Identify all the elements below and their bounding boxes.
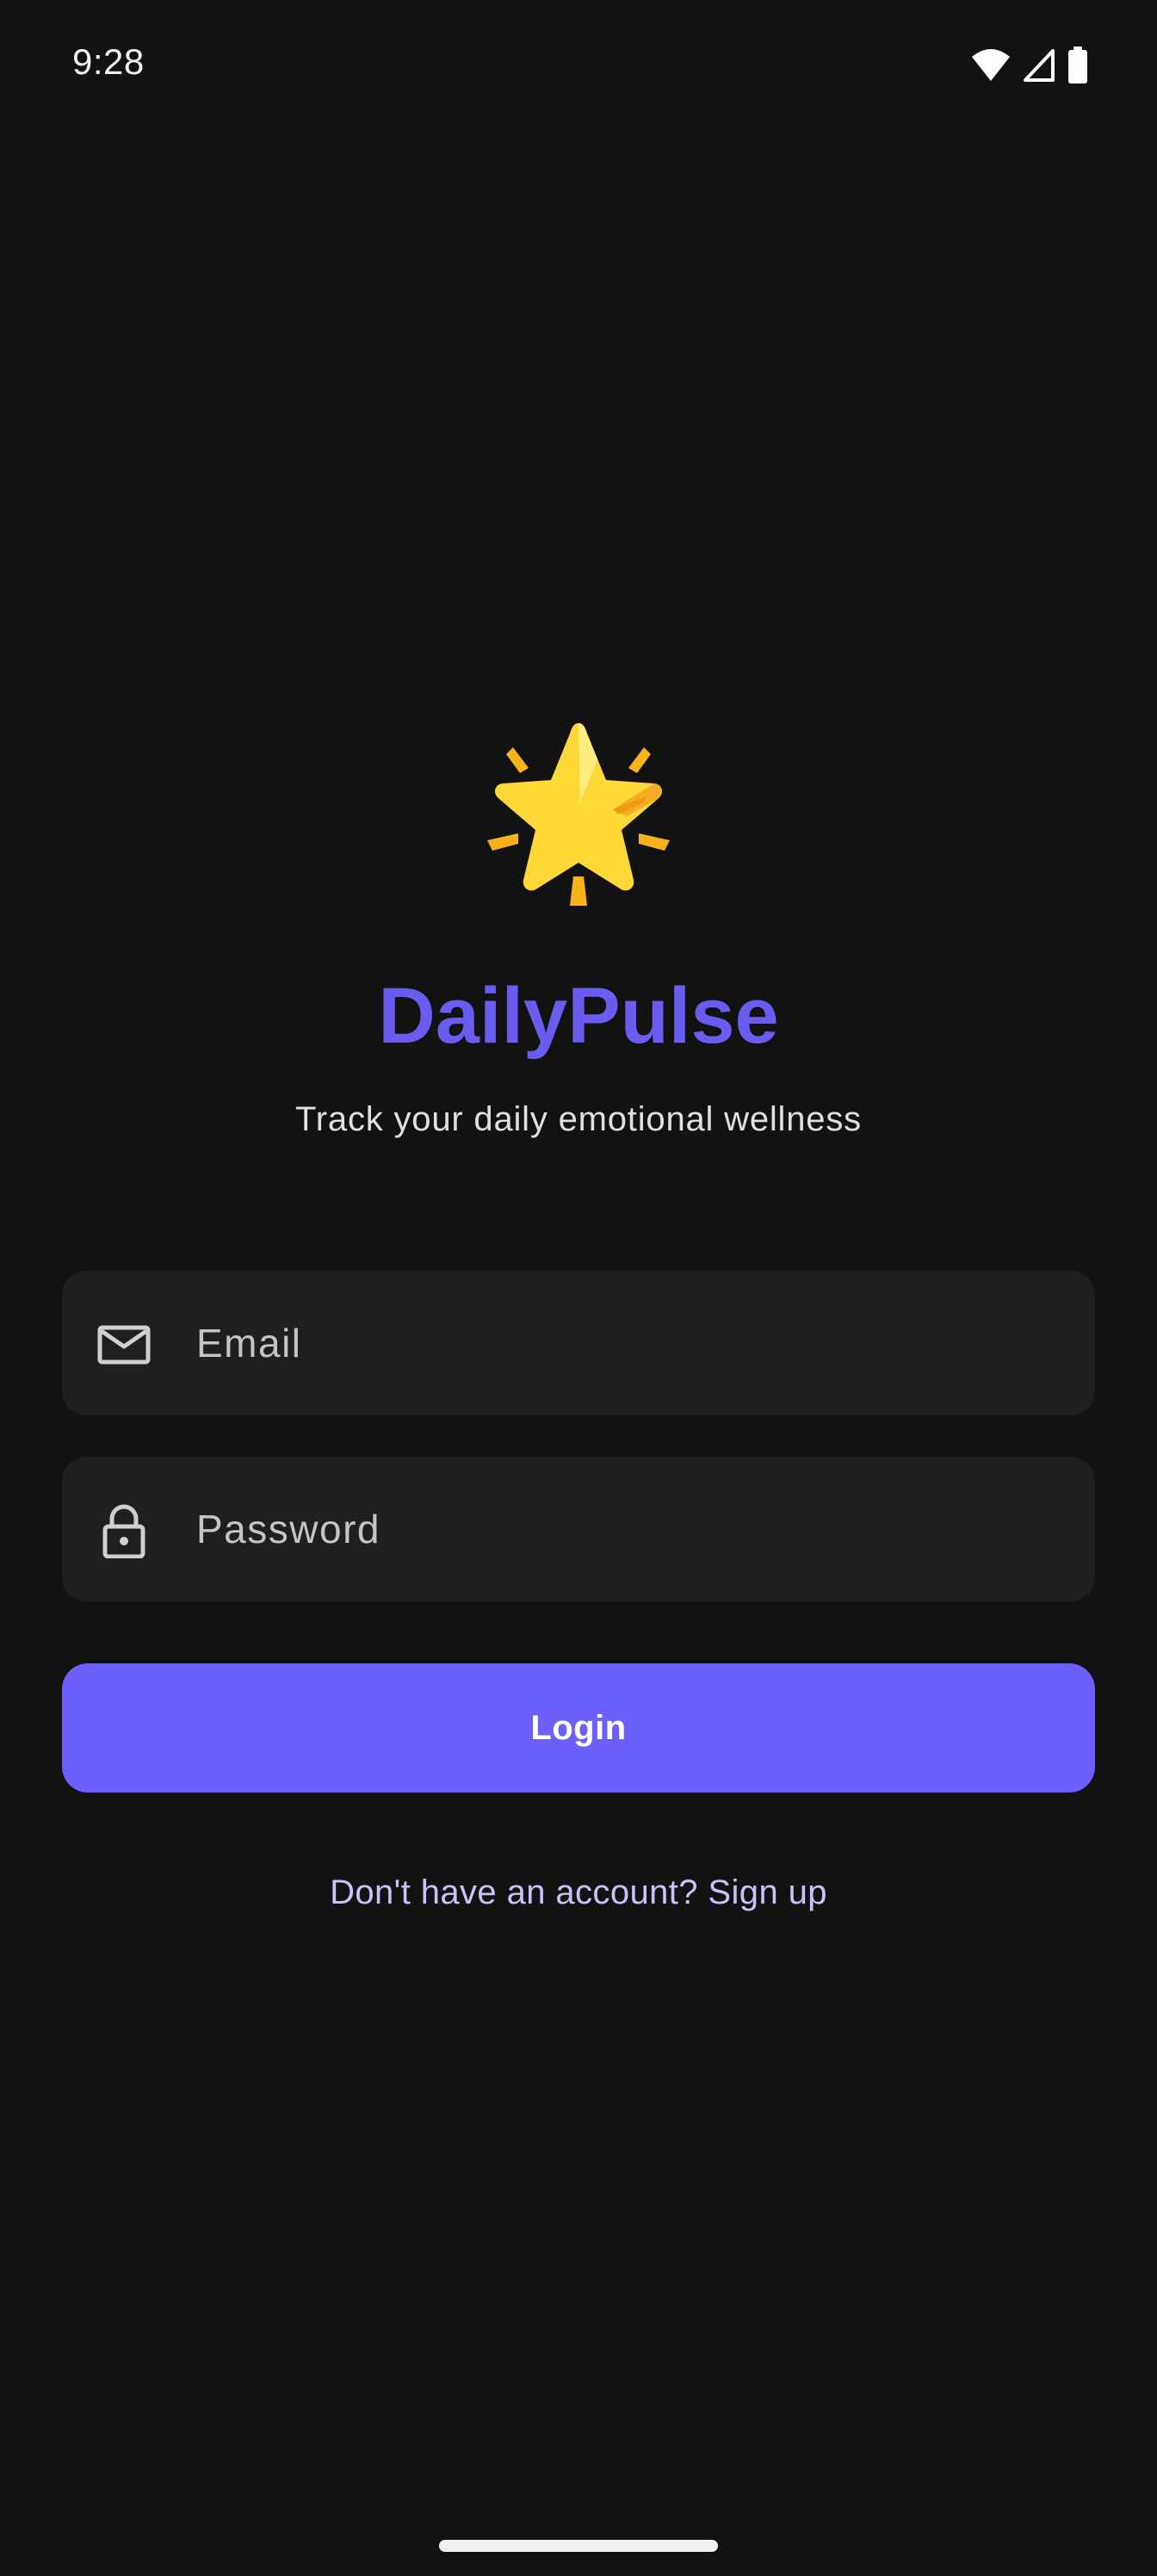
mail-icon bbox=[96, 1317, 152, 1372]
glowing-star-icon bbox=[484, 720, 673, 909]
battery-icon bbox=[1067, 46, 1088, 84]
app-screen: 9:28 DailyPulse Track your daily emotion… bbox=[0, 0, 1157, 2576]
email-input[interactable] bbox=[196, 1271, 1057, 1415]
cell-signal-icon bbox=[1023, 48, 1055, 83]
password-input[interactable] bbox=[196, 1457, 1057, 1601]
status-time: 9:28 bbox=[72, 41, 145, 82]
lock-icon bbox=[96, 1503, 152, 1559]
status-icons bbox=[971, 46, 1088, 84]
signup-link[interactable]: Don't have an account? Sign up bbox=[0, 1873, 1157, 1912]
email-field[interactable] bbox=[62, 1271, 1095, 1415]
status-bar: 9:28 bbox=[0, 0, 1157, 138]
wifi-icon bbox=[971, 48, 1011, 83]
app-title: DailyPulse bbox=[378, 972, 779, 1060]
login-button[interactable]: Login bbox=[62, 1663, 1095, 1793]
home-indicator[interactable] bbox=[439, 2540, 718, 2552]
app-subtitle: Track your daily emotional wellness bbox=[295, 1100, 862, 1138]
password-field[interactable] bbox=[62, 1457, 1095, 1601]
